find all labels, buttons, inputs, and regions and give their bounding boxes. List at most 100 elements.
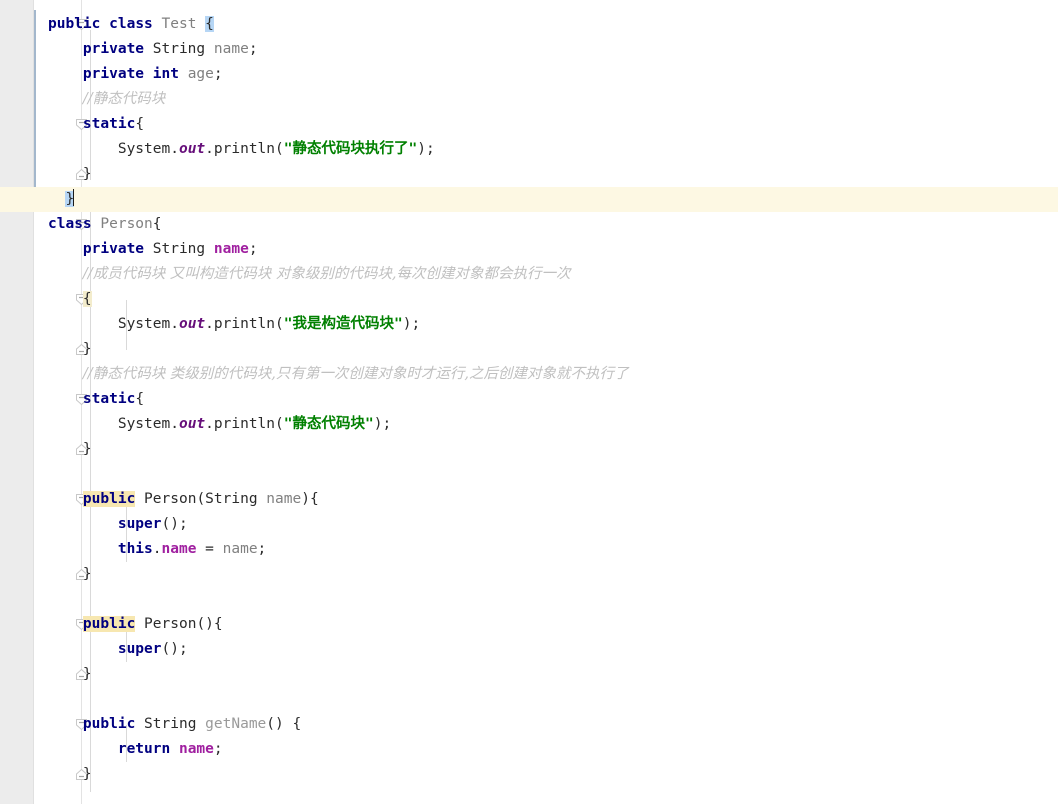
code-token: ( bbox=[196, 491, 206, 507]
code-line[interactable]: return name; bbox=[0, 737, 1058, 762]
code-line[interactable]: public Person(String name){ bbox=[0, 487, 1058, 512]
code-line-text: } bbox=[48, 662, 92, 687]
code-token: ( bbox=[196, 616, 206, 632]
code-line[interactable]: } bbox=[0, 162, 1058, 187]
code-line[interactable]: public String getName() { bbox=[0, 712, 1058, 737]
code-token: . bbox=[170, 416, 179, 432]
code-line-text: } bbox=[48, 762, 92, 787]
code-token: println bbox=[213, 316, 276, 332]
code-line[interactable]: } bbox=[0, 187, 1058, 212]
code-token: ; bbox=[213, 66, 223, 82]
code-token: name bbox=[213, 241, 249, 257]
code-token: ) bbox=[170, 641, 179, 657]
code-token: ( bbox=[275, 416, 284, 432]
code-line[interactable]: static{ bbox=[0, 387, 1058, 412]
code-editor[interactable]: public class Test { private String name;… bbox=[0, 0, 1058, 804]
code-line-text: } bbox=[48, 562, 92, 587]
code-line[interactable]: //静态代码块 bbox=[0, 87, 1058, 112]
code-token: String bbox=[205, 491, 258, 507]
code-token: //静态代码块 类级别的代码块,只有第一次创建对象时才运行,之后创建对象就不执行… bbox=[82, 366, 629, 382]
code-line-text: public class Test { bbox=[48, 12, 214, 37]
code-line-text: System.out.println("静态代码块"); bbox=[48, 412, 391, 437]
code-line[interactable]: } bbox=[0, 337, 1058, 362]
code-token: ( bbox=[275, 316, 284, 332]
code-line[interactable]: super(); bbox=[0, 512, 1058, 537]
code-line[interactable]: System.out.println("静态代码块"); bbox=[0, 412, 1058, 437]
code-token: ) bbox=[301, 491, 310, 507]
code-token: public bbox=[82, 616, 136, 632]
code-line-text: public Person(String name){ bbox=[48, 487, 319, 512]
code-line[interactable]: public Person(){ bbox=[0, 612, 1058, 637]
code-token: "我是构造代码块" bbox=[283, 316, 403, 332]
code-token: ( bbox=[266, 716, 276, 732]
code-line-text: static{ bbox=[48, 387, 144, 412]
code-line[interactable]: System.out.println("静态代码块执行了"); bbox=[0, 137, 1058, 162]
code-line[interactable]: private int age; bbox=[0, 62, 1058, 87]
code-line[interactable]: { bbox=[0, 287, 1058, 312]
code-token: public bbox=[82, 491, 136, 507]
code-line[interactable]: private String name; bbox=[0, 237, 1058, 262]
code-token: ; bbox=[382, 416, 392, 432]
code-line[interactable]: } bbox=[0, 762, 1058, 787]
code-line-text: } bbox=[48, 337, 92, 362]
code-token: . bbox=[152, 541, 162, 557]
code-line-text: } bbox=[48, 437, 92, 462]
code-line[interactable]: static{ bbox=[0, 112, 1058, 137]
code-line[interactable]: this.name = name; bbox=[0, 537, 1058, 562]
code-line[interactable]: class Person{ bbox=[0, 212, 1058, 237]
code-token: = bbox=[196, 541, 223, 557]
code-line[interactable]: } bbox=[0, 437, 1058, 462]
code-line[interactable]: private String name; bbox=[0, 37, 1058, 62]
code-token: Person bbox=[144, 491, 197, 507]
code-token: Person bbox=[144, 616, 197, 632]
code-token: class bbox=[109, 16, 153, 32]
code-token: ) bbox=[417, 141, 426, 157]
code-token: Person bbox=[100, 216, 153, 232]
code-line[interactable] bbox=[0, 687, 1058, 712]
code-token: ( bbox=[275, 141, 284, 157]
code-token: System bbox=[117, 316, 171, 332]
code-line[interactable]: public class Test { bbox=[0, 12, 1058, 37]
code-line-text: super(); bbox=[48, 512, 188, 537]
code-line[interactable] bbox=[0, 462, 1058, 487]
code-line[interactable]: } bbox=[0, 662, 1058, 687]
code-line-text: System.out.println("静态代码块执行了"); bbox=[48, 137, 435, 162]
code-token: name bbox=[161, 541, 197, 557]
code-token: String bbox=[144, 716, 197, 732]
code-line-text: public Person(){ bbox=[48, 612, 223, 637]
code-line[interactable]: //成员代码块 又叫构造代码块 对象级别的代码块,每次创建对象都会执行一次 bbox=[0, 262, 1058, 287]
code-token: "静态代码块执行了" bbox=[283, 141, 418, 157]
code-token: } bbox=[82, 341, 92, 357]
code-line[interactable] bbox=[0, 587, 1058, 612]
code-token: } bbox=[82, 166, 92, 182]
code-line-text: private String name; bbox=[48, 237, 258, 262]
code-line[interactable]: //静态代码块 类级别的代码块,只有第一次创建对象时才运行,之后创建对象就不执行… bbox=[0, 362, 1058, 387]
code-token: return bbox=[117, 741, 171, 757]
code-text-area[interactable]: public class Test { private String name;… bbox=[0, 0, 1058, 804]
code-token: { bbox=[82, 291, 92, 307]
code-token: getName bbox=[205, 716, 267, 732]
code-line[interactable]: System.out.println("我是构造代码块"); bbox=[0, 312, 1058, 337]
code-token: public bbox=[48, 16, 101, 32]
code-line[interactable]: super(); bbox=[0, 637, 1058, 662]
code-line[interactable]: } bbox=[0, 562, 1058, 587]
code-token: ; bbox=[425, 141, 435, 157]
code-token: private bbox=[82, 66, 145, 82]
